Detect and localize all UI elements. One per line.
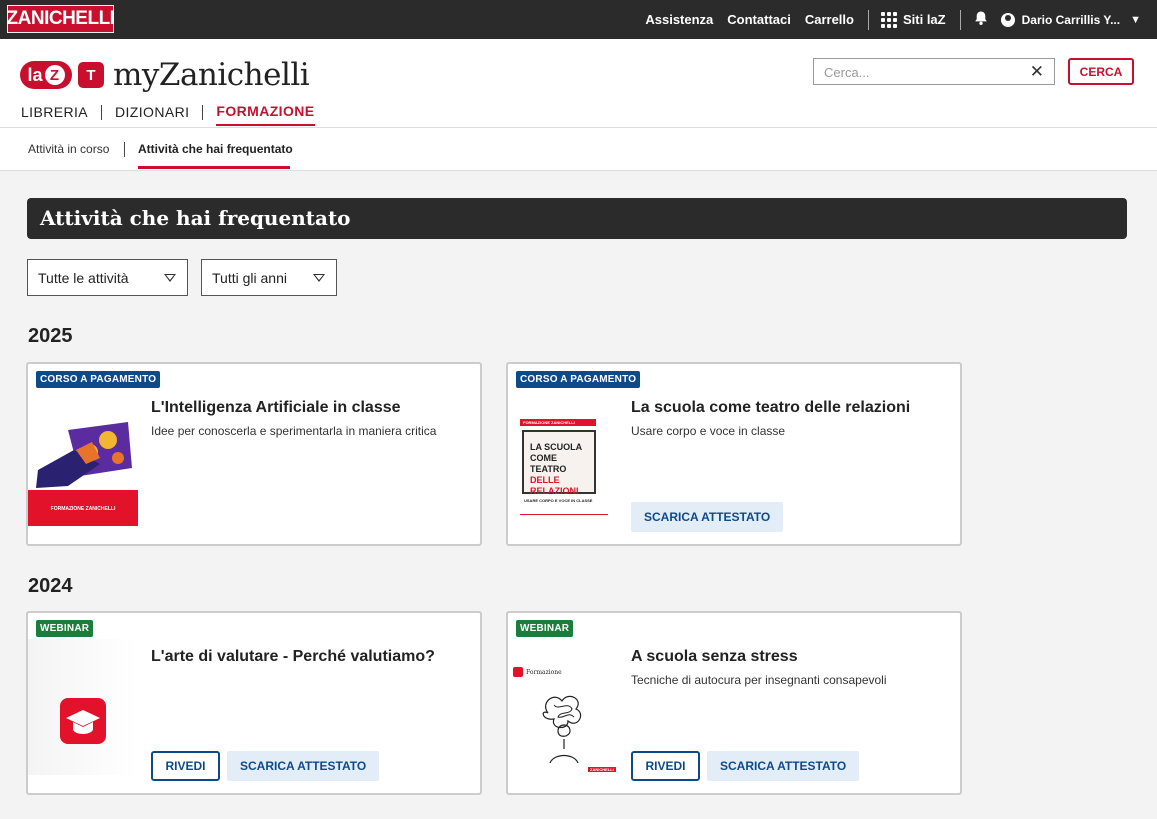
thumbnail-caption: FORMAZIONE ZANICHELLI [50,506,116,512]
status-badge: WEBINAR [516,620,574,637]
close-icon[interactable]: ✕ [1030,62,1044,82]
rewatch-button[interactable]: RIVEDI [151,751,220,781]
bell-icon[interactable] [973,10,989,30]
laz-z: Z [44,65,65,85]
search-button[interactable]: CERCA [1068,58,1134,85]
brand[interactable]: la Z T myZanichelli [20,57,310,93]
t-logo-icon: T [78,62,104,88]
course-thumbnail: FORMAZIONE ZANICHELLI LA SCUOLA COME TEA… [508,390,618,526]
brand-name: myZanichelli [113,57,310,93]
apps-grid-icon [880,11,897,28]
divider [959,9,961,30]
user-icon [1000,12,1015,27]
card-title[interactable]: La scuola come teatro delle relazioni [631,399,910,417]
status-badge: CORSO A PAGAMENTO [36,371,161,388]
download-certificate-button[interactable]: SCARICA ATTESTATO [707,751,860,781]
thumbnail-footer: USARE CORPO E VOCE IN CLASSE [524,498,593,503]
thumbnail-line: LA SCUOLA [530,442,583,452]
tab-attivita-frequentate[interactable]: Attività che hai frequentato [138,142,293,156]
status-badge: WEBINAR [36,620,94,637]
activity-card[interactable]: CORSO A PAGAMENTO FORMAZIONE ZANICHELLI … [26,362,482,546]
activity-card[interactable]: WEBINAR L'arte di valutare - Perché valu… [26,611,482,795]
card-title[interactable]: L'Intelligenza Artificiale in classe [151,399,401,417]
tab-attivita-in-corso[interactable]: Attività in corso [28,142,109,156]
main-nav: LIBRERIA DIZIONARI FORMAZIONE [21,103,315,126]
contattaci-link[interactable]: Contattaci [727,12,791,27]
card-title[interactable]: L'arte di valutare - Perché valutiamo? [151,648,435,666]
laz-logo: la Z [20,61,72,89]
thumbnail-line: DELLE RELAZIONI [530,475,579,496]
tab-dizionari[interactable]: DIZIONARI [115,104,189,125]
stressed-person-illustration [542,695,582,764]
activity-type-value: Tutte le attività [38,270,129,286]
carrello-link[interactable]: Carrello [805,12,854,27]
year-heading: 2024 [28,575,73,597]
user-menu[interactable]: Dario Carrillis Y... ▼ [1000,12,1141,27]
search-input[interactable]: Cerca... ✕ [813,58,1055,85]
divider [101,105,102,120]
tab-formazione[interactable]: FORMAZIONE [216,103,315,126]
siti-laz-button[interactable]: Siti laZ [880,11,946,28]
formazione-logo-icon [513,667,523,677]
activity-card[interactable]: WEBINAR Formazione ZANICHELLI A scuola s… [506,611,962,795]
chevron-down-icon: ▼ [1130,13,1141,26]
user-name: Dario Carrillis Y... [1021,12,1121,27]
graduation-cap-icon [60,698,106,744]
year-select[interactable]: Tutti gli anni [201,259,337,296]
activity-card[interactable]: CORSO A PAGAMENTO FORMAZIONE ZANICHELLI … [506,362,962,546]
top-bar: ZANICHELLI Assistenza Contattaci Carrell… [0,0,1157,39]
thumbnail-header: FORMAZIONE ZANICHELLI [520,419,596,426]
year-heading: 2025 [28,325,73,347]
thumbnail-footer: ZANICHELLI [588,767,616,772]
search-placeholder: Cerca... [824,65,870,80]
card-subtitle: Tecniche di autocura per insegnanti cons… [631,673,887,687]
top-links: Assistenza Contattaci Carrello Siti laZ … [645,0,1157,39]
card-subtitle: Idee per conoscerla e sperimentarla in m… [151,424,437,438]
assistenza-link[interactable]: Assistenza [645,12,713,27]
thumbnail-line: COME TEATRO [530,453,567,474]
download-certificate-button[interactable]: SCARICA ATTESTATO [631,502,784,532]
thumbnail-box: LA SCUOLA COME TEATRO DELLE RELAZIONI [522,430,596,496]
status-badge: CORSO A PAGAMENTO [516,371,641,388]
chevron-down-icon [164,274,176,282]
card-title[interactable]: A scuola senza stress [631,648,798,666]
webinar-thumbnail [28,639,138,775]
tab-libreria[interactable]: LIBRERIA [21,104,88,125]
divider [124,142,125,157]
chevron-down-icon [313,274,325,282]
zanichelli-logo[interactable]: ZANICHELLI [7,5,115,33]
header: la Z T myZanichelli Cerca... ✕ CERCA LIBR… [0,39,1157,128]
page-title: Attività che hai frequentato [27,198,1127,239]
divider [202,105,204,120]
course-thumbnail: FORMAZIONE ZANICHELLI [28,390,138,526]
activity-type-select[interactable]: Tutte le attività [27,259,188,296]
siti-laz-label: Siti laZ [902,12,946,27]
thumbnail-rule [520,514,608,515]
divider [867,9,869,30]
active-tab-indicator [138,166,290,169]
laz-text: la [27,64,43,85]
rewatch-button[interactable]: RIVEDI [631,751,700,781]
thumbnail-label: Formazione [526,669,562,676]
sub-nav: Attività in corso Attività che hai frequ… [0,128,1157,171]
webinar-thumbnail: Formazione ZANICHELLI [508,639,618,775]
card-subtitle: Usare corpo e voce in classe [631,424,786,438]
year-value: Tutti gli anni [212,270,287,286]
download-certificate-button[interactable]: SCARICA ATTESTATO [227,751,380,781]
